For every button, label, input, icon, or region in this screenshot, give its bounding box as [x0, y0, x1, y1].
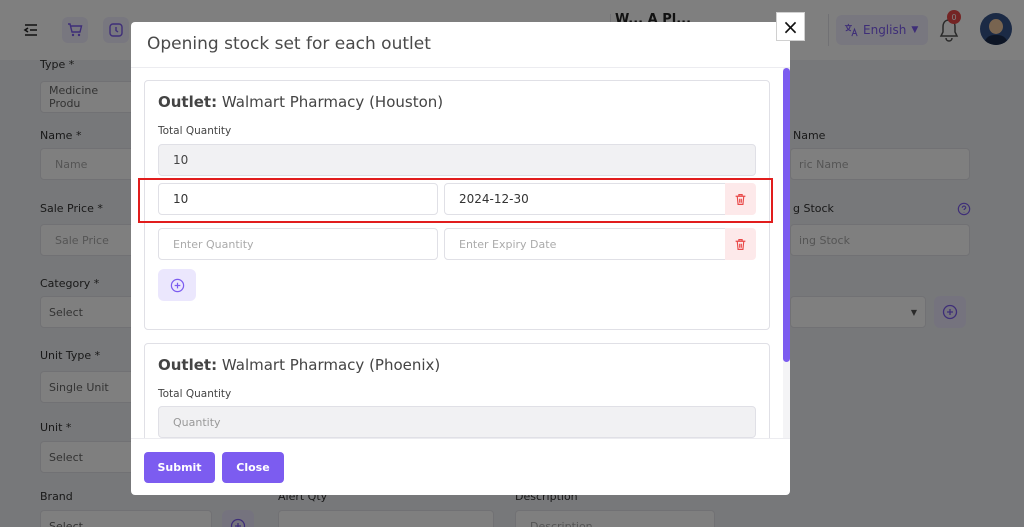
modal-footer-divider [131, 438, 790, 439]
trash-icon [735, 238, 746, 250]
close-button[interactable]: Close [222, 452, 284, 483]
add-row-button[interactable] [158, 269, 196, 301]
total-quantity-label: Total Quantity [158, 388, 232, 400]
total-quantity-label: Total Quantity [158, 125, 232, 137]
total-quantity-field: Quantity [158, 406, 756, 438]
quantity-input[interactable]: Enter Quantity [158, 228, 438, 260]
scrollbar-thumb[interactable] [783, 68, 790, 362]
modal-body: Outlet: Walmart Pharmacy (Houston) Total… [131, 68, 790, 438]
expiry-date-input[interactable]: Enter Expiry Date [444, 228, 726, 260]
modal-title: Opening stock set for each outlet [147, 34, 431, 54]
submit-button[interactable]: Submit [144, 452, 215, 483]
outlet-title: Outlet: Walmart Pharmacy (Phoenix) [158, 356, 440, 374]
close-icon[interactable]: × [776, 12, 805, 41]
delete-row-button[interactable] [725, 228, 756, 260]
highlight-annotation [138, 178, 773, 223]
opening-stock-modal: Opening stock set for each outlet Outlet… [131, 22, 790, 495]
outlet-name: Walmart Pharmacy (Phoenix) [221, 356, 441, 374]
outlet-prefix: Outlet: [158, 93, 218, 111]
outlet-name: Walmart Pharmacy (Houston) [221, 93, 444, 111]
total-quantity-field: 10 [158, 144, 756, 176]
plus-circle-icon [170, 278, 184, 292]
outlet-card-phoenix: Outlet: Walmart Pharmacy (Phoenix) Total… [144, 343, 770, 438]
outlet-title: Outlet: Walmart Pharmacy (Houston) [158, 93, 443, 111]
outlet-prefix: Outlet: [158, 356, 218, 374]
